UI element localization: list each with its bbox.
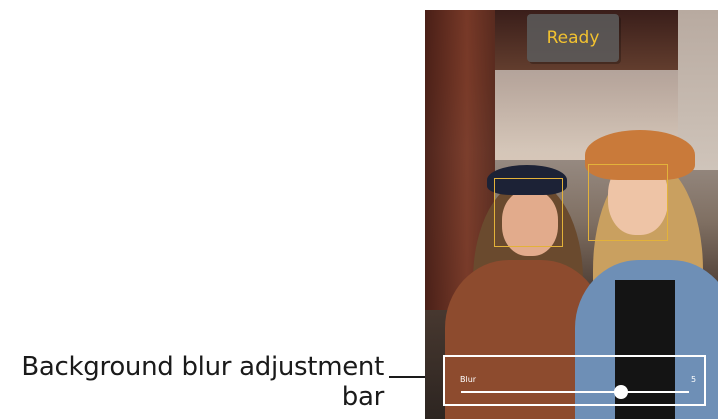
status-badge: Ready [527,14,619,62]
blur-slider-thumb[interactable] [613,385,628,399]
camera-preview: Ready Blur 5 [425,10,718,419]
face-detect-box-left [494,178,563,247]
face-detect-box-right [588,164,668,241]
blur-slider-track[interactable] [461,391,689,393]
blur-adjustment-panel [443,355,706,406]
blur-value: 5 [691,375,697,384]
callout-label: Background blur adjustment bar [21,352,384,412]
blur-label: Blur [460,375,477,384]
